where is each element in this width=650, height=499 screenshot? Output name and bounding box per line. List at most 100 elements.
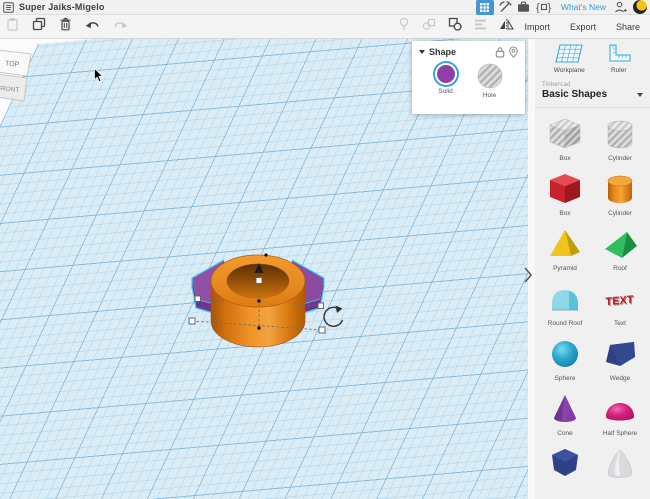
shape-inspector-title: Shape: [429, 47, 457, 57]
half-sphere-thumb: [606, 403, 634, 421]
align-icon[interactable]: [474, 18, 487, 36]
shape-item-wedge[interactable]: Wedge: [597, 334, 643, 383]
shape-label: Text: [614, 320, 626, 327]
mouse-cursor: [94, 68, 104, 83]
box-hole-thumb: [549, 118, 581, 149]
paste-icon[interactable]: [6, 17, 19, 36]
svg-text:{: {: [536, 2, 540, 13]
delete-icon[interactable]: [59, 17, 72, 36]
main-toolbar: Import Export Share: [0, 15, 650, 39]
shape-label: Sphere: [554, 375, 576, 382]
view-cube[interactable]: TOP FRONT: [0, 41, 42, 113]
solid-swatch: [434, 63, 457, 85]
shape-label: Pyramid: [553, 265, 577, 272]
hole-option[interactable]: Hole: [477, 63, 503, 99]
shape-item-cylinder[interactable]: Cylinder: [597, 169, 643, 218]
shape-item-round-roof[interactable]: Round Roof: [542, 279, 588, 328]
shape-item-box[interactable]: Box: [542, 169, 588, 218]
add-person-icon[interactable]: [614, 0, 628, 15]
shape-label: Cylinder: [608, 155, 632, 162]
pin-icon[interactable]: [509, 46, 518, 58]
helper-tools-row: Workplane Ruler: [535, 39, 650, 74]
mirror-icon[interactable]: [499, 18, 515, 36]
rotate-handle[interactable]: [323, 305, 344, 327]
codeblocks-icon[interactable]: {}: [535, 0, 553, 15]
grid-view-button[interactable]: [475, 0, 494, 15]
shape-item-paraboloid[interactable]: [597, 444, 643, 493]
category-dropdown[interactable]: Basic Shapes: [542, 89, 643, 100]
category-value: Basic Shapes: [542, 89, 608, 100]
undo-icon[interactable]: [85, 18, 100, 36]
shape-item-text[interactable]: TEXT TEXT Text: [597, 279, 643, 328]
cylinder-thumb: [607, 175, 633, 203]
shape-item-sphere[interactable]: Sphere: [542, 334, 588, 383]
shape-inspector-header: Shape: [412, 41, 525, 60]
shape-label: Cylinder: [608, 210, 632, 217]
hole-label: Hole: [482, 92, 497, 99]
shape-label: Round Roof: [547, 320, 583, 327]
text-thumb: TEXT TEXT: [605, 294, 634, 310]
shape-item-cylinder-hole[interactable]: Cylinder: [597, 114, 643, 163]
shape-inspector-body: Solid Hole: [412, 63, 525, 99]
shape-item-half-sphere[interactable]: Half Sphere: [597, 389, 643, 438]
shape-item-roof[interactable]: Roof: [597, 224, 643, 273]
briefcase-icon[interactable]: [517, 0, 530, 15]
tools-icon[interactable]: [499, 0, 512, 15]
shape-label: Box: [559, 210, 571, 217]
grid-icon: [480, 2, 490, 12]
solid-option[interactable]: Solid: [434, 63, 457, 99]
shape-item-box-hole[interactable]: Box: [542, 114, 588, 163]
workplane-tool[interactable]: Workplane: [553, 43, 585, 74]
redo-icon[interactable]: [113, 18, 128, 36]
user-avatar[interactable]: [633, 0, 647, 14]
selected-model[interactable]: [180, 242, 350, 357]
category-brand: Tinkercad: [542, 82, 571, 88]
pyramid-thumb: [550, 230, 580, 256]
polygon-thumb: [552, 449, 578, 476]
shape-label: Half Sphere: [602, 430, 638, 437]
design-menu-icon[interactable]: [3, 0, 14, 15]
shape-label: Box: [559, 155, 571, 162]
shape-inspector: Shape Solid Hole: [412, 41, 525, 114]
panel-collapse-button[interactable]: [523, 266, 534, 289]
hole-swatch: [477, 63, 502, 89]
sphere-thumb: [552, 341, 578, 367]
whats-new-link[interactable]: What's New: [561, 2, 606, 12]
shape-grid: Box Cylinder Box Cylinder Pyramid Roof R…: [535, 108, 650, 493]
chevron-right-icon: [524, 267, 533, 283]
collapse-caret-icon[interactable]: [419, 50, 425, 54]
shape-category: Tinkercad Basic Shapes: [535, 74, 650, 102]
cylinder-hole-thumb: [607, 120, 633, 149]
group-icon[interactable]: [422, 18, 436, 36]
lock-icon[interactable]: [495, 46, 505, 58]
lightbulb-icon[interactable]: [398, 17, 410, 36]
shape-item-cone[interactable]: Cone: [542, 389, 588, 438]
workplane-icon: [555, 44, 583, 63]
duplicate-icon[interactable]: [32, 17, 46, 36]
workplane-label: Workplane: [553, 67, 585, 74]
ruler-tool[interactable]: Ruler: [606, 43, 632, 74]
shape-item-pyramid[interactable]: Pyramid: [542, 224, 588, 273]
paraboloid-thumb: [607, 449, 633, 478]
solid-label: Solid: [438, 88, 453, 95]
svg-text:}: }: [547, 2, 551, 13]
design-title[interactable]: Super Jaiks-Migelo: [19, 2, 105, 12]
shapes-panel: Workplane Ruler Tinkercad Basic Shapes B…: [535, 39, 650, 499]
ruler-icon: [609, 44, 631, 62]
ruler-label: Ruler: [610, 67, 627, 74]
roof-thumb: [605, 232, 637, 258]
share-button[interactable]: Share: [616, 22, 640, 32]
titlebar: Super Jaiks-Migelo {} What's New: [0, 0, 650, 15]
svg-text:TEXT: TEXT: [606, 295, 634, 309]
chevron-down-icon: [637, 92, 643, 97]
round-roof-thumb: [552, 290, 578, 311]
shape-label: Cone: [557, 430, 573, 437]
shape-label: Wedge: [609, 375, 631, 382]
shape-label: Roof: [613, 265, 627, 272]
export-button[interactable]: Export: [570, 22, 596, 32]
wedge-thumb: [606, 342, 635, 366]
viewcube-top-label: TOP: [5, 60, 20, 68]
ungroup-icon[interactable]: [448, 17, 463, 36]
import-button[interactable]: Import: [524, 22, 550, 32]
shape-item-polygon[interactable]: [542, 444, 588, 493]
